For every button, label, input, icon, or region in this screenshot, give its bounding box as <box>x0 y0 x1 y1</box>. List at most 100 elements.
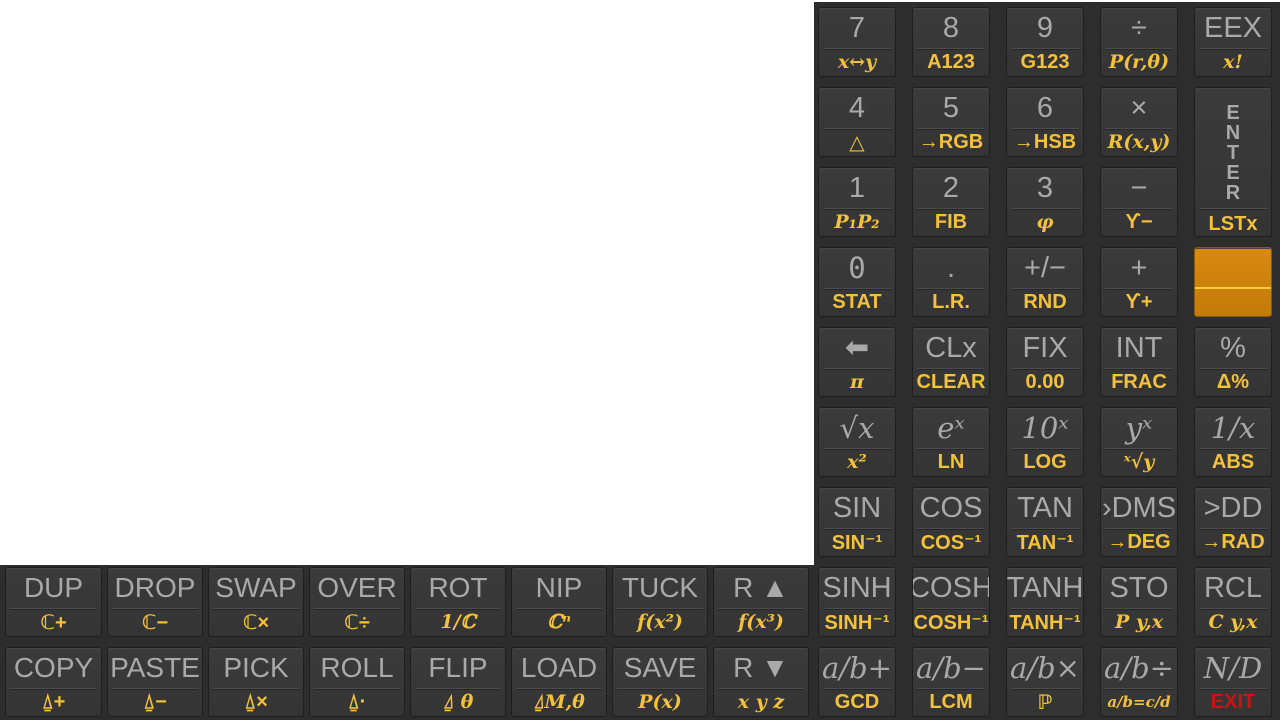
key-main-label: DUP <box>23 572 84 603</box>
key-shift-label: ⍙M,θ <box>533 691 585 713</box>
key-main-label: SINH <box>822 571 892 604</box>
key-0[interactable]: 0 STAT <box>818 247 896 317</box>
key-1-x[interactable]: 1/x ABS <box>1194 407 1272 477</box>
key-shift-label: P₁P₂ <box>834 211 880 233</box>
key-symbol[interactable]: + ϒ+ <box>1100 247 1178 317</box>
key-rcl[interactable]: RCL C y,x <box>1194 567 1272 637</box>
key-main-label: TANH <box>1006 571 1084 604</box>
key-main-label: 8 <box>942 11 960 44</box>
key-fix[interactable]: FIX 0.00 <box>1006 327 1084 397</box>
key-r[interactable]: R ▲ f(x³) <box>713 567 809 637</box>
key-rot[interactable]: ROT 1/ℂ <box>410 567 506 637</box>
key-7[interactable]: 7 x↔y <box>818 7 896 77</box>
key-tuck[interactable]: TUCK f(x²) <box>612 567 708 637</box>
key-a-b[interactable]: a/b− LCM <box>912 647 990 717</box>
key-main-label: ENTER <box>1195 94 1271 212</box>
key-9[interactable]: 9 G123 <box>1006 7 1084 77</box>
key-a-b[interactable]: a/b÷ a/b=c/d <box>1100 647 1178 717</box>
key-divider <box>1199 208 1267 210</box>
key-main-label: COPY <box>13 652 94 683</box>
key-main-label: EEX <box>1203 11 1263 44</box>
key-main-label: FLIP <box>428 652 488 683</box>
key-shift-label: ℂⁿ <box>547 611 571 633</box>
key-shift-label: TANH⁻¹ <box>1009 611 1081 634</box>
key-10[interactable]: 10ˣ LOG <box>1006 407 1084 477</box>
key-a-b[interactable]: a/b+ GCD <box>818 647 896 717</box>
enter-key[interactable]: E N T E R LSTx <box>1194 87 1272 237</box>
key-main-label: COSH <box>912 571 990 604</box>
key-shift-label: ⍙× <box>244 690 268 713</box>
key-eex[interactable]: EEX x! <box>1194 7 1272 77</box>
key-dd[interactable]: >DD →RAD <box>1194 487 1272 557</box>
key-y[interactable]: yˣ ˣ√y <box>1100 407 1178 477</box>
key-shift-label: FRAC <box>1111 370 1167 393</box>
key-symbol[interactable]: % Δ% <box>1194 327 1272 397</box>
key-sin[interactable]: SIN SIN⁻¹ <box>818 487 896 557</box>
key-int[interactable]: INT FRAC <box>1100 327 1178 397</box>
key-pick[interactable]: PICK ⍙× <box>208 647 304 717</box>
enter-letter: N <box>1225 122 1241 144</box>
key-main-label: PASTE <box>110 652 200 683</box>
key-shift-label: COSH⁻¹ <box>913 611 989 634</box>
key-shift-label: FIB <box>934 210 968 233</box>
key-1[interactable]: 1 P₁P₂ <box>818 167 896 237</box>
key-symbol[interactable]: . L.R. <box>912 247 990 317</box>
key-sinh[interactable]: SINH SINH⁻¹ <box>818 567 896 637</box>
key-x[interactable]: √x x² <box>818 407 896 477</box>
key-shift-label: ⍙ θ <box>442 691 474 713</box>
key-tan[interactable]: TAN TAN⁻¹ <box>1006 487 1084 557</box>
key-symbol[interactable]: × R(x,y) <box>1100 87 1178 157</box>
key-symbol[interactable]: ⬅ π <box>818 327 896 397</box>
key-main-label: a/b+ <box>822 650 892 685</box>
key-5[interactable]: 5 →RGB <box>912 87 990 157</box>
key-shift-label: →RGB <box>918 130 984 153</box>
key-flip[interactable]: FLIP ⍙ θ <box>410 647 506 717</box>
key-2[interactable]: 2 FIB <box>912 167 990 237</box>
key-tanh[interactable]: TANH TANH⁻¹ <box>1006 567 1084 637</box>
key-shift-label: STAT <box>832 290 882 313</box>
key-symbol[interactable]: ÷ P(r,θ) <box>1100 7 1178 77</box>
key-swap[interactable]: SWAP ℂ× <box>208 567 304 637</box>
key-drop[interactable]: DROP ℂ− <box>107 567 203 637</box>
key-main-label: TAN <box>1017 491 1073 524</box>
key-roll[interactable]: ROLL ⍙· <box>309 647 405 717</box>
key-n-d[interactable]: N/D EXIT <box>1194 647 1272 717</box>
key-8[interactable]: 8 A123 <box>912 7 990 77</box>
key-copy[interactable]: COPY ⍙+ <box>5 647 102 717</box>
key-6[interactable]: 6 →HSB <box>1006 87 1084 157</box>
key-shift-label: x↔y <box>837 51 877 73</box>
key-shift-label: ℙ <box>1037 691 1053 714</box>
shift-key[interactable] <box>1194 247 1272 317</box>
key-shift-label: EXIT <box>1210 690 1256 713</box>
key-a-b[interactable]: a/b× ℙ <box>1006 647 1084 717</box>
key-dms[interactable]: ›DMS →DEG <box>1100 487 1178 557</box>
key-shift-label: f(x²) <box>637 611 683 633</box>
key-e[interactable]: eˣ LN <box>912 407 990 477</box>
key-save[interactable]: SAVE P(x) <box>612 647 708 717</box>
key-shift-label: CLEAR <box>916 370 986 393</box>
key-shift-label: ℂ+ <box>40 611 67 634</box>
key-cos[interactable]: COS COS⁻¹ <box>912 487 990 557</box>
key-shift-label: Δ% <box>1216 370 1250 393</box>
key-shift-label: RND <box>1023 290 1067 313</box>
key-main-label: CLx <box>925 331 977 364</box>
key-3[interactable]: 3φ <box>1006 167 1084 237</box>
key-symbol[interactable]: +/− RND <box>1006 247 1084 317</box>
key-dup[interactable]: DUP ℂ+ <box>5 567 102 637</box>
key-main-label: + <box>1130 251 1148 284</box>
key-4[interactable]: 4 △ <box>818 87 896 157</box>
key-symbol[interactable]: − ϒ− <box>1100 167 1178 237</box>
key-cosh[interactable]: COSH COSH⁻¹ <box>912 567 990 637</box>
key-shift-label: π <box>850 371 864 393</box>
key-clx[interactable]: CLx CLEAR <box>912 327 990 397</box>
key-main-label: 1/x <box>1210 410 1256 445</box>
key-sto[interactable]: STO P y,x <box>1100 567 1178 637</box>
key-nip[interactable]: NIP ℂⁿ <box>511 567 607 637</box>
shift-key-line <box>1195 287 1271 289</box>
key-over[interactable]: OVER ℂ÷ <box>309 567 405 637</box>
key-load[interactable]: LOAD ⍙M,θ <box>511 647 607 717</box>
key-shift-label: ϒ− <box>1125 210 1153 233</box>
key-r[interactable]: R ▼ x y z <box>713 647 809 717</box>
key-paste[interactable]: PASTE ⍙− <box>107 647 203 717</box>
enter-letter: T <box>1226 142 1240 164</box>
